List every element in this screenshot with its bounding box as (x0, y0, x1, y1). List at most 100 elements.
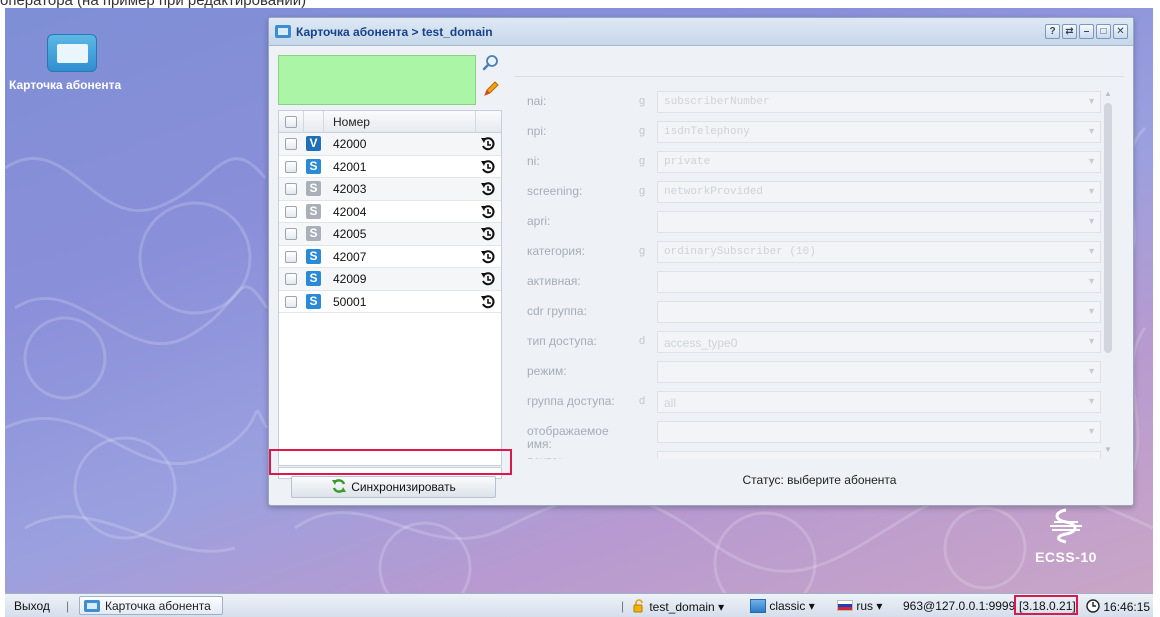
subscriber-type-icon: S (306, 271, 321, 286)
taskbar-app-subscriber-card[interactable]: Карточка абонента (79, 596, 223, 615)
chevron-down-icon: ▼ (1087, 126, 1096, 136)
domain-selector[interactable]: test_domain ▾ (632, 599, 724, 614)
subscriber-details-panel: nai: g subscriberNumber ▼ npi: g isdnTelephony… (511, 53, 1128, 498)
select-all-checkbox[interactable] (285, 116, 297, 128)
desktop-shortcut-subscriber-card[interactable]: Карточка абонента (9, 34, 149, 92)
row-checkbox[interactable] (285, 160, 297, 173)
field-label: npi: (527, 124, 547, 138)
table-row[interactable]: S 50001 (279, 291, 501, 313)
field-select[interactable]: ▼ (657, 421, 1101, 443)
subscriber-type-icon: S (306, 293, 321, 309)
row-checkbox[interactable] (285, 138, 297, 150)
field-source-mark: g (639, 125, 646, 137)
history-icon[interactable] (480, 226, 496, 242)
edit-filter-button[interactable] (480, 79, 502, 101)
chevron-down-icon: ▼ (1087, 186, 1096, 196)
history-icon[interactable] (480, 204, 496, 220)
maximize-button[interactable]: □ (1096, 24, 1111, 39)
table-row[interactable]: S 42005 (279, 223, 501, 246)
scrollbar-thumb[interactable] (1104, 103, 1112, 353)
field-value: subscriberNumber (664, 96, 770, 108)
language-label: rus (856, 599, 874, 613)
search-button[interactable] (480, 53, 502, 75)
theme-label: classic (769, 599, 806, 613)
window-title: Карточка абонента > test_domain (296, 25, 493, 39)
row-checkbox[interactable] (285, 205, 297, 218)
connection-info: 963@127.0.0.1:9999 (903, 599, 1016, 613)
taskbar: Выход | Карточка абонента | test_domain … (5, 593, 1153, 617)
row-checkbox[interactable] (285, 183, 297, 195)
history-icon[interactable] (480, 159, 496, 175)
subscriber-type-icon: S (306, 158, 321, 174)
close-button[interactable]: ✕ (1113, 24, 1128, 39)
subscriber-number: 42009 (333, 272, 367, 286)
grid-header: Номер (279, 111, 501, 133)
ecss-logo: ECSS-10 (1034, 508, 1098, 568)
field-value: access_type0 (664, 336, 738, 350)
history-icon[interactable] (480, 271, 496, 287)
row-checkbox[interactable] (285, 250, 297, 263)
table-row[interactable]: S 42001 (279, 156, 501, 178)
synchronize-button[interactable]: Синхронизировать (291, 476, 496, 498)
row-checkbox[interactable] (285, 295, 297, 308)
refresh-window-button[interactable]: ⇄ (1062, 24, 1077, 39)
field-source-mark: g (639, 245, 646, 257)
subscriber-number: 42004 (333, 204, 367, 219)
taskbar-divider: | (621, 599, 625, 613)
form-row: screening: g networkProvided ▼ (511, 179, 1111, 205)
table-row[interactable]: S 42003 (279, 178, 501, 201)
history-icon[interactable] (480, 136, 496, 152)
field-select[interactable]: ordinarySubscriber (10) ▼ (657, 241, 1101, 263)
help-button[interactable]: ? (1045, 24, 1060, 39)
field-select[interactable]: private ▼ (657, 151, 1101, 173)
row-checkbox[interactable] (285, 273, 297, 285)
chevron-down-icon: ▼ (1087, 96, 1096, 106)
form-scrollbar[interactable]: ▲ ▼ (1101, 89, 1115, 459)
form-row: apri: ▼ (511, 209, 1111, 235)
field-select[interactable]: ▼ (657, 361, 1101, 383)
clock-icon (1086, 599, 1100, 613)
form-row: категория: g ordinarySubscriber (10) ▼ (511, 239, 1111, 265)
subscriber-number: 42003 (333, 182, 367, 196)
field-select[interactable]: isdnTelephony ▼ (657, 121, 1101, 143)
subscriber-type-icon: S (306, 181, 321, 196)
field-select[interactable]: all ▼ (657, 391, 1101, 413)
field-select[interactable]: ▼ (657, 271, 1101, 293)
sync-icon (332, 479, 347, 493)
filter-area[interactable] (278, 55, 476, 105)
subscriber-number: 42000 (333, 137, 367, 151)
field-select[interactable]: ▼ (657, 211, 1101, 233)
window-titlebar[interactable]: Карточка абонента > test_domain ? ⇄ – □ … (269, 18, 1133, 46)
subscriber-card-window: Карточка абонента > test_domain ? ⇄ – □ … (268, 17, 1134, 506)
subscriber-number: 50001 (333, 294, 367, 309)
table-row[interactable]: S 42007 (279, 246, 501, 268)
exit-link[interactable]: Выход (14, 599, 50, 613)
ecss-logo-icon (1050, 508, 1082, 544)
field-select[interactable]: subscriberNumber ▼ (657, 91, 1101, 113)
field-select[interactable]: access_type0 ▼ (657, 331, 1101, 353)
field-source-mark: g (639, 185, 646, 197)
history-icon[interactable] (480, 181, 496, 197)
table-row[interactable]: S 42009 (279, 268, 501, 291)
theme-selector[interactable]: classic ▾ (750, 599, 815, 613)
row-checkbox[interactable] (285, 228, 297, 240)
chevron-down-icon: ▼ (1087, 456, 1096, 459)
taskbar-divider: | (66, 599, 70, 613)
language-selector[interactable]: rus ▾ (837, 599, 882, 613)
table-row[interactable]: V 42000 (279, 133, 501, 156)
field-select[interactable]: networkProvided ▼ (657, 181, 1101, 203)
field-label: apri: (527, 214, 551, 228)
theme-icon (750, 599, 766, 613)
pencil-icon (484, 81, 499, 96)
minimize-button[interactable]: – (1079, 24, 1094, 39)
field-select[interactable]: ▼ (657, 301, 1101, 323)
chevron-down-icon: ▼ (1087, 216, 1096, 226)
table-row[interactable]: S 42004 (279, 201, 501, 223)
field-select[interactable]: ▼ (657, 451, 1101, 459)
history-icon[interactable] (480, 249, 496, 265)
logo-text: ECSS-10 (1035, 549, 1097, 565)
history-icon[interactable] (480, 294, 496, 310)
column-header-number[interactable]: Номер (333, 115, 370, 129)
window-app-icon (275, 25, 291, 38)
synchronize-label: Синхронизировать (351, 480, 456, 494)
